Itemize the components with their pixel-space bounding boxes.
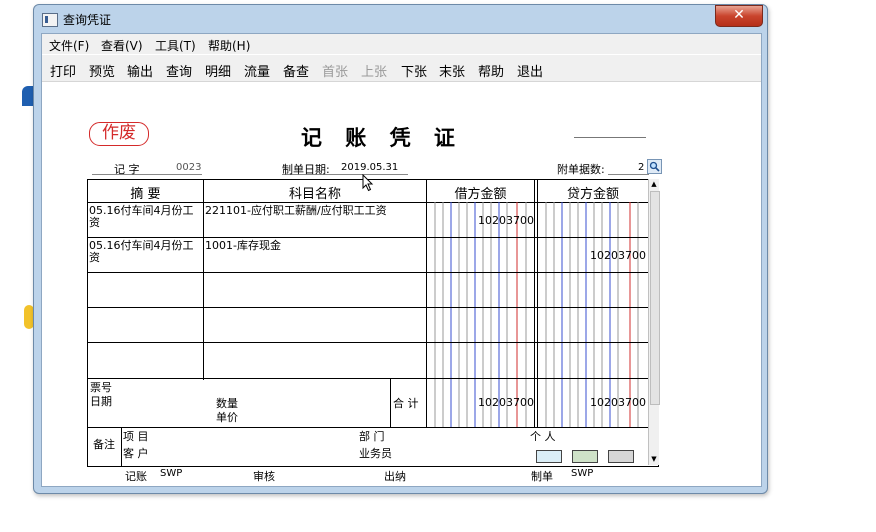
- remark-label: 备注: [93, 438, 115, 451]
- attachment-count[interactable]: 2: [638, 162, 644, 173]
- menu-tools[interactable]: 工具(T): [155, 37, 196, 54]
- close-button[interactable]: ✕: [715, 5, 763, 27]
- window-icon: [42, 13, 58, 27]
- total-label: 合 计: [393, 397, 419, 410]
- menu-help[interactable]: 帮助(H): [208, 37, 250, 54]
- voucher-paper: 作废 记 账 凭 证 记 字 0023 制单日期: 2019.05.31 附单据…: [42, 82, 761, 486]
- person-label: 个 人: [530, 430, 556, 443]
- row2-credit[interactable]: 10203700: [590, 249, 646, 262]
- scroll-up-icon[interactable]: ▲: [649, 179, 659, 189]
- attachment-underline: [608, 174, 649, 175]
- bookkeeper-name: SWP: [160, 468, 183, 479]
- total-divider: [390, 378, 391, 427]
- next-button[interactable]: 下张: [401, 61, 427, 80]
- attachment-lookup-button[interactable]: [647, 159, 662, 174]
- magnifier-icon: [649, 161, 660, 172]
- voucher-number[interactable]: 0023: [176, 162, 201, 173]
- scroll-thumb[interactable]: [650, 191, 660, 405]
- voucher-icon-button[interactable]: [572, 450, 598, 463]
- maker-name: SWP: [571, 468, 594, 479]
- voucher-window: 查询凭证 ✕ 文件(F) 查看(V) 工具(T) 帮助(H) 打印 预览 输出 …: [33, 4, 768, 494]
- unit-price-label: 单价: [216, 411, 238, 424]
- row2-account[interactable]: 1001-库存现金: [205, 240, 425, 252]
- help-button[interactable]: 帮助: [478, 61, 504, 80]
- mouse-cursor-icon: [362, 174, 374, 192]
- exit-button[interactable]: 退出: [517, 61, 543, 80]
- header-debit: 借方金额: [454, 187, 507, 202]
- total-credit: 10203700: [590, 396, 646, 409]
- grid-scrollbar[interactable]: ▲ ▼: [648, 179, 660, 465]
- date-label: 日期: [90, 395, 112, 408]
- desktop-fragment: [22, 86, 33, 106]
- header-summary: 摘 要: [130, 187, 161, 202]
- total-debit: 10203700: [478, 396, 534, 409]
- row-divider: [88, 378, 648, 379]
- query-button[interactable]: 查询: [166, 61, 192, 80]
- maker-label: 制单: [531, 470, 553, 483]
- menu-file[interactable]: 文件(F): [49, 37, 89, 54]
- export-button[interactable]: 输出: [127, 61, 153, 80]
- customer-label: 客 户: [123, 447, 149, 460]
- quantity-label: 数量: [216, 397, 238, 410]
- tool-icon-button[interactable]: [608, 450, 634, 463]
- credit-amount-rulings: [545, 202, 639, 428]
- ticket-no-label: 票号: [90, 381, 112, 394]
- cashflow-button[interactable]: 流量: [244, 61, 270, 80]
- voucher-type-label: 记 字: [114, 163, 140, 176]
- print-button[interactable]: 打印: [50, 61, 76, 80]
- void-stamp: 作废: [89, 122, 149, 146]
- row1-summary[interactable]: 05.16付车间4月份工资: [89, 205, 201, 229]
- project-label: 项 目: [123, 430, 149, 443]
- title-right-line: [574, 137, 646, 138]
- row-divider: [88, 342, 648, 343]
- voucher-date[interactable]: 2019.05.31: [341, 162, 398, 173]
- salesperson-label: 业务员: [359, 447, 392, 460]
- voucher-grid: 摘 要 科目名称 借方金额 贷方金额 05.16付车间4月份工资 221101-…: [87, 179, 659, 467]
- window-title: 查询凭证: [63, 13, 112, 27]
- header-credit: 贷方金额: [566, 187, 619, 202]
- memo-button[interactable]: 备查: [283, 61, 309, 80]
- window-client: 文件(F) 查看(V) 工具(T) 帮助(H) 打印 预览 输出 查询 明细 流…: [41, 33, 762, 487]
- row-divider: [88, 237, 648, 238]
- row1-debit[interactable]: 10203700: [478, 214, 534, 227]
- first-button[interactable]: 首张: [322, 61, 348, 80]
- voucher-date-label: 制单日期:: [282, 163, 330, 176]
- debit-amount-rulings: [434, 202, 527, 428]
- cashier-label: 出纳: [384, 470, 406, 483]
- header-account: 科目名称: [288, 187, 341, 202]
- last-button[interactable]: 末张: [439, 61, 465, 80]
- bookkeeper-label: 记账: [125, 470, 147, 483]
- attachment-label: 附单据数:: [557, 163, 605, 176]
- row-divider: [88, 307, 648, 308]
- menu-bar: 文件(F) 查看(V) 工具(T) 帮助(H): [42, 34, 761, 54]
- summary-col-divider: [203, 180, 204, 380]
- row2-summary[interactable]: 05.16付车间4月份工资: [89, 240, 201, 264]
- voucher-title: 记 账 凭 证: [301, 126, 463, 150]
- footer-divider: [88, 427, 648, 428]
- department-label: 部 门: [359, 430, 385, 443]
- scroll-down-icon[interactable]: ▼: [649, 454, 659, 464]
- row1-account[interactable]: 221101-应付职工薪酬/应付职工工资: [205, 205, 425, 217]
- title-bar[interactable]: 查询凭证 ✕: [34, 5, 767, 33]
- previous-button[interactable]: 上张: [361, 61, 387, 80]
- detail-button[interactable]: 明细: [205, 61, 231, 80]
- debit-col-divider: [534, 180, 535, 428]
- preview-button[interactable]: 预览: [89, 61, 115, 80]
- toolbar: 打印 预览 输出 查询 明细 流量 备查 首张 上张 下张 末张 帮助 退出: [42, 55, 761, 82]
- remark-divider: [121, 427, 122, 466]
- row-divider: [88, 272, 648, 273]
- menu-view[interactable]: 查看(V): [101, 37, 143, 54]
- card-icon-button[interactable]: [536, 450, 562, 463]
- review-label: 审核: [253, 470, 275, 483]
